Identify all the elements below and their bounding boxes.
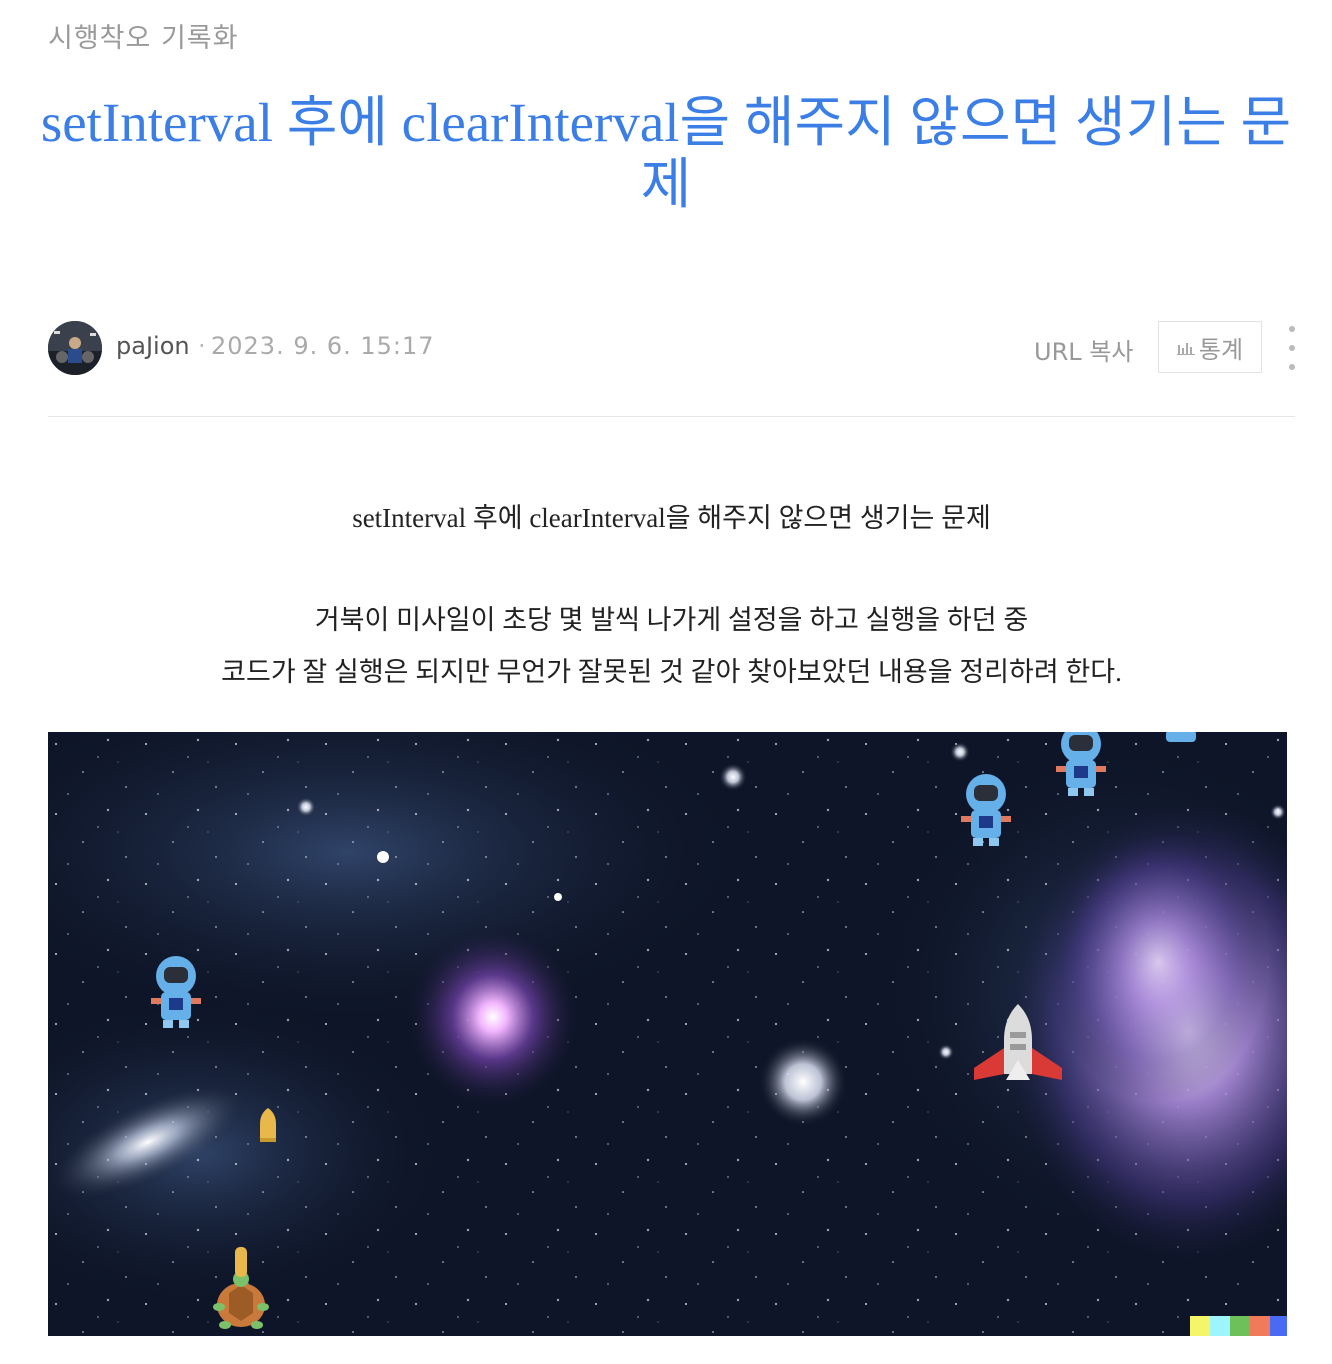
game-screenshot-image bbox=[48, 732, 1287, 1336]
url-copy-button[interactable]: URL 복사 bbox=[1034, 332, 1133, 367]
post-title: setInterval 후에 clearInterval을 해주지 않으면 생기… bbox=[40, 92, 1292, 215]
astronaut-enemy-icon bbox=[1166, 732, 1196, 742]
author-avatar[interactable] bbox=[48, 321, 102, 375]
post-paragraph-2: 거북이 미사일이 초당 몇 발씩 나가게 설정을 하고 실행을 하던 중 bbox=[314, 605, 1029, 635]
blog-category[interactable]: 시행착오 기록화 bbox=[48, 16, 238, 55]
post-paragraph-3: 코드가 잘 실행은 되지만 무언가 잘못된 것 같아 찾아보았던 내용을 정리하… bbox=[221, 657, 1122, 687]
more-options-button[interactable] bbox=[1280, 326, 1304, 370]
author-name[interactable]: paJion bbox=[116, 332, 190, 360]
color-strip-decoration bbox=[1190, 1316, 1287, 1336]
post-meta: paJion · 2023. 9. 6. 15:17 URL 복사 통계 bbox=[48, 318, 1300, 378]
stats-label: 통계 bbox=[1198, 335, 1244, 364]
meta-separator: · bbox=[198, 332, 206, 360]
post-paragraph-1: setInterval 후에 clearInterval을 해주지 않으면 생기… bbox=[352, 503, 991, 533]
meta-divider bbox=[48, 416, 1295, 417]
stats-button[interactable]: 통계 bbox=[1158, 321, 1262, 373]
post-date: 2023. 9. 6. 15:17 bbox=[211, 332, 435, 360]
vertical-dots-icon bbox=[1289, 326, 1295, 332]
bar-chart-icon bbox=[1176, 343, 1195, 355]
